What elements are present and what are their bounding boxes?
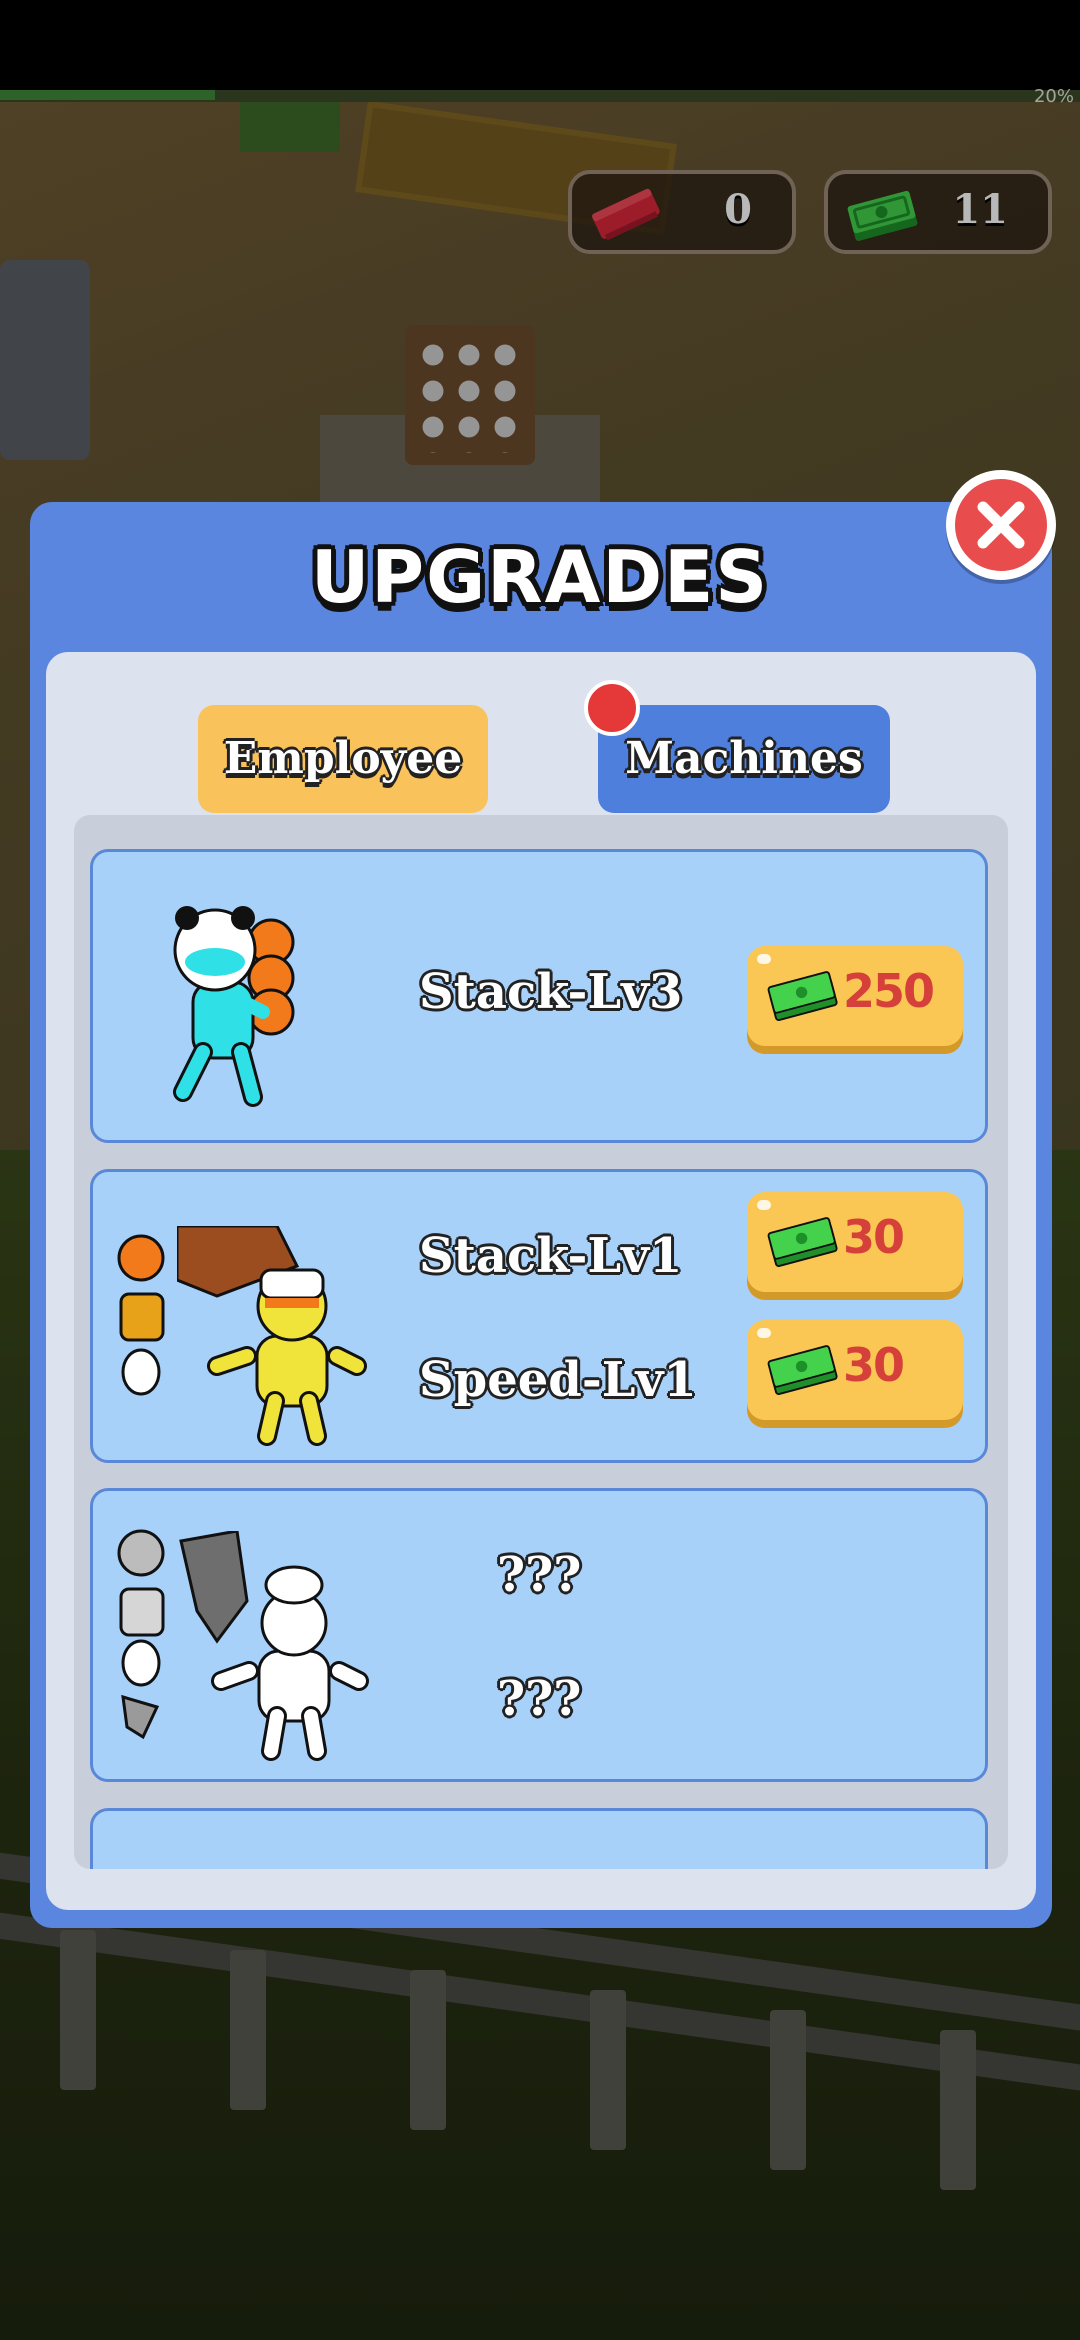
upgrade-label: ??? xyxy=(497,1547,582,1603)
panda-worker-icon xyxy=(173,906,295,1107)
buy-button[interactable]: 30 xyxy=(747,1192,963,1292)
upgrade-label: Speed-Lv1 xyxy=(419,1352,697,1408)
buy-button[interactable]: 250 xyxy=(747,946,963,1046)
tab-employee[interactable]: Employee xyxy=(198,705,488,813)
upgrade-label: ??? xyxy=(497,1671,582,1727)
cash-icon xyxy=(767,971,838,1022)
chef-worker-icon xyxy=(177,1226,367,1446)
upgrade-card: Stack-Lv3 250 xyxy=(90,849,988,1143)
tab-machines[interactable]: Machines xyxy=(598,705,890,813)
ingredients-icon xyxy=(117,1234,165,1396)
buy-button[interactable]: 30 xyxy=(747,1320,963,1420)
cash-icon xyxy=(767,1345,838,1396)
button-shine xyxy=(757,1328,771,1338)
upgrade-label: Stack-Lv3 xyxy=(419,964,683,1020)
close-button[interactable] xyxy=(946,470,1056,580)
upgrade-label: Stack-Lv1 xyxy=(419,1228,683,1284)
upgrade-price: 30 xyxy=(843,1338,905,1392)
button-shine xyxy=(757,1200,771,1210)
close-icon xyxy=(977,501,1025,549)
locked-worker-icon xyxy=(179,1531,369,1761)
locked-ingredients-icon xyxy=(117,1529,165,1740)
panel-title: UPGRADES xyxy=(310,535,770,619)
upgrade-card: ??? ??? xyxy=(90,1488,988,1782)
upgrade-price: 30 xyxy=(843,1210,905,1264)
upgrade-card xyxy=(90,1808,988,1869)
upgrade-card: Stack-Lv1 Speed-Lv1 30 30 xyxy=(90,1169,988,1463)
upgrade-price: 250 xyxy=(843,964,935,1018)
cash-icon xyxy=(767,1217,838,1268)
notification-dot xyxy=(584,680,640,736)
upgrade-list[interactable]: Stack-Lv3 250 Stack-Lv1 Speed-Lv1 30 30 … xyxy=(74,815,1008,1869)
button-shine xyxy=(757,954,771,964)
